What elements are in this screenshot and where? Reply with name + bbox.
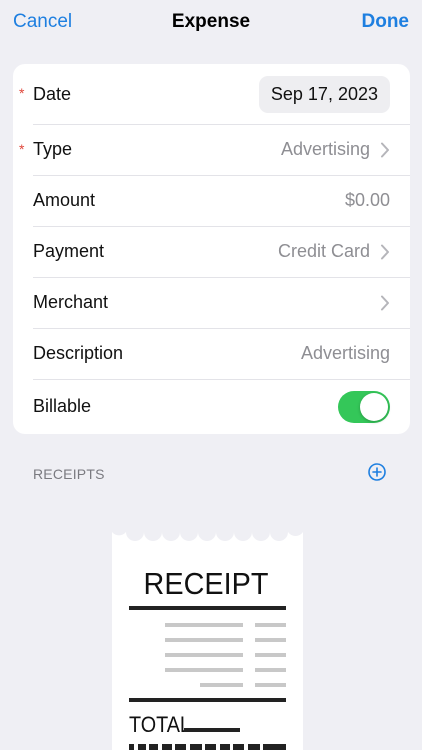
amount-row[interactable]: Amount $0.00: [13, 175, 410, 226]
expense-form: * Date Sep 17, 2023 * Type Advertising A…: [13, 64, 410, 434]
payment-label: Payment: [33, 241, 105, 261]
done-button[interactable]: Done: [362, 11, 410, 33]
page-title: Expense: [171, 11, 251, 32]
date-picker-button[interactable]: Sep 17, 2023: [258, 75, 390, 113]
type-value: Advertising: [280, 139, 370, 159]
merchant-value-group: [370, 295, 390, 311]
date-label: Date: [33, 83, 72, 104]
amount-label: Amount: [33, 190, 96, 210]
billable-toggle[interactable]: [338, 390, 390, 423]
type-label: Type: [33, 139, 73, 159]
chevron-right-icon: [381, 295, 389, 310]
description-field[interactable]: Advertising: [301, 343, 390, 364]
description-label: Description: [33, 343, 124, 363]
date-row[interactable]: * Date Sep 17, 2023: [13, 64, 410, 124]
description-row[interactable]: Description Advertising: [13, 328, 410, 379]
type-row[interactable]: * Type Advertising: [13, 124, 410, 175]
plus-circle-icon[interactable]: [367, 462, 387, 482]
required-marker: *: [19, 140, 25, 157]
chevron-right-icon: [381, 244, 389, 259]
merchant-row[interactable]: Merchant: [13, 277, 410, 328]
billable-label: Billable: [33, 396, 92, 416]
receipt-image[interactable]: RECEIPT TOTAL: [112, 524, 303, 750]
type-value-group: Advertising: [281, 139, 390, 160]
receipt-image-total: TOTAL: [129, 713, 191, 737]
payment-value-group: Credit Card: [278, 241, 390, 262]
payment-row[interactable]: Payment Credit Card: [13, 226, 410, 277]
amount-field[interactable]: $0.00: [345, 190, 390, 211]
toggle-knob: [360, 392, 388, 421]
payment-value: Credit Card: [277, 241, 370, 261]
receipt-image-title: RECEIPT: [144, 567, 269, 601]
merchant-label: Merchant: [33, 292, 109, 312]
receipts-section-header: RECEIPTS: [33, 466, 105, 482]
navigation-bar: Cancel Expense Done: [0, 0, 422, 48]
billable-row: Billable: [13, 379, 410, 434]
chevron-right-icon: [381, 142, 389, 157]
required-marker: *: [19, 85, 25, 101]
